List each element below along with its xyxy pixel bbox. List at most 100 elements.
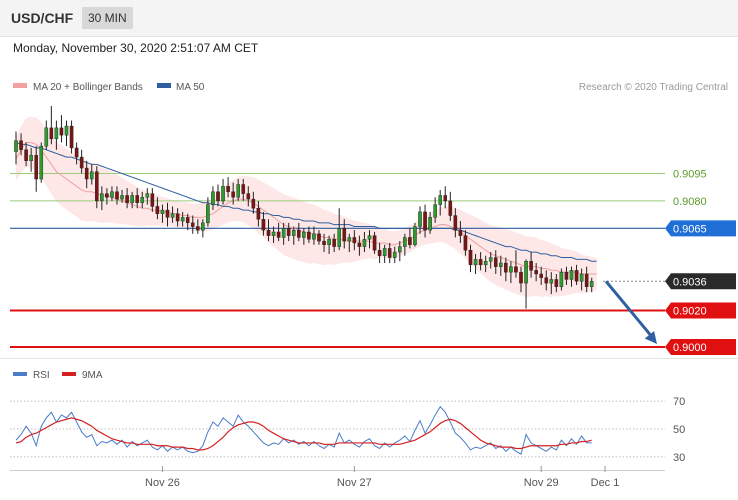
candle-body [251, 198, 256, 209]
candle-body [418, 211, 422, 227]
level-label-0.9020: 0.9020 [673, 306, 707, 318]
legend-ma20-label: MA 20 + Bollinger Bands [33, 82, 143, 93]
candle-body [327, 239, 331, 245]
rsi-tick-70: 70 [673, 396, 685, 408]
candle-body [175, 213, 180, 222]
candle-body [443, 195, 448, 202]
candle-body [155, 206, 160, 214]
watermark: Research © 2020 Trading Central [579, 82, 728, 93]
level-label-0.9095: 0.9095 [673, 169, 707, 181]
legend-rsi-label: RSI [33, 370, 50, 381]
candle-body [387, 248, 392, 258]
candle-body [59, 127, 64, 136]
legend-ma20-swatch [13, 83, 27, 88]
time-tick-label: Nov 29 [524, 477, 559, 489]
legend-ma50-label: MA 50 [176, 82, 205, 93]
candle-body [549, 279, 554, 284]
candle-body [125, 195, 129, 203]
candle-body [84, 167, 89, 180]
candle-body [110, 191, 114, 198]
candle-body [493, 257, 498, 267]
level-label-0.9065: 0.9065 [673, 223, 707, 235]
candle-body [185, 217, 190, 224]
candle-body [352, 237, 357, 244]
level-label-0.9036: 0.9036 [673, 276, 707, 288]
candle-body [49, 127, 54, 140]
candle-body [74, 147, 79, 158]
candle-body [34, 155, 38, 180]
candle-body [54, 127, 59, 140]
candle-body [392, 251, 397, 258]
candle-body [211, 191, 215, 205]
candle-body [261, 218, 266, 231]
candle-body [519, 271, 523, 284]
candle-body [413, 226, 417, 245]
candle-body [226, 186, 230, 192]
candle-body [89, 171, 94, 180]
candle-body [266, 229, 271, 236]
candle-body [64, 125, 69, 136]
time-tick-label: Nov 26 [145, 477, 180, 489]
candle-body [342, 228, 347, 242]
candle-body [589, 281, 594, 287]
candle-body [559, 271, 564, 287]
candle-body [165, 209, 170, 218]
candle-body [539, 273, 543, 278]
rsi-tick-30: 30 [673, 452, 685, 464]
candle-body [145, 193, 150, 198]
rsi-tick-50: 50 [673, 424, 685, 436]
candle-body [569, 270, 574, 280]
candle-body [231, 191, 235, 198]
candle-body [115, 191, 119, 200]
candle-body [241, 184, 246, 194]
candle-body [317, 233, 321, 242]
candle-body [135, 195, 140, 203]
candle-body [332, 239, 336, 247]
candle-body [504, 262, 508, 273]
legend-9ma-label: 9MA [82, 370, 103, 381]
candle-body [499, 262, 503, 267]
candle-body [221, 186, 225, 202]
rsi-ma-line [15, 417, 592, 451]
candle-body [544, 277, 549, 284]
candle-body [195, 226, 200, 231]
candle-body [473, 259, 478, 266]
candle-body [256, 208, 261, 220]
candle-body [19, 140, 23, 150]
candle-body [524, 261, 528, 284]
candle-body [514, 266, 518, 273]
candle-body [554, 279, 559, 287]
candle-body [337, 228, 342, 247]
candle-body [367, 235, 372, 240]
candle-body [105, 193, 109, 198]
candle-body [478, 259, 483, 266]
candle-body [160, 209, 165, 214]
candle-body [291, 229, 296, 236]
candle-body [312, 233, 316, 240]
candle-body [488, 257, 493, 262]
candle-body [458, 229, 463, 236]
candle-body [382, 248, 387, 256]
candle-body [14, 140, 18, 152]
candle-body [236, 184, 241, 198]
level-label-0.9000: 0.9000 [673, 342, 707, 354]
candle-body [140, 197, 145, 203]
candle-body [190, 222, 195, 227]
candle-body [24, 149, 28, 161]
candle-body [453, 215, 458, 231]
candle-body [150, 193, 155, 207]
candle-body [170, 213, 175, 218]
candle-body [438, 195, 443, 205]
candle-body [564, 271, 569, 280]
candle-body [94, 171, 99, 202]
candle-body [120, 195, 124, 200]
candle-body [574, 270, 579, 282]
candle-body [534, 270, 538, 275]
candle-body [201, 222, 205, 231]
candle-body [307, 231, 311, 240]
candle-body [180, 217, 185, 222]
candle-body [408, 237, 412, 245]
candle-body [286, 228, 291, 236]
candle-body [372, 235, 377, 251]
candle-body [29, 155, 33, 161]
